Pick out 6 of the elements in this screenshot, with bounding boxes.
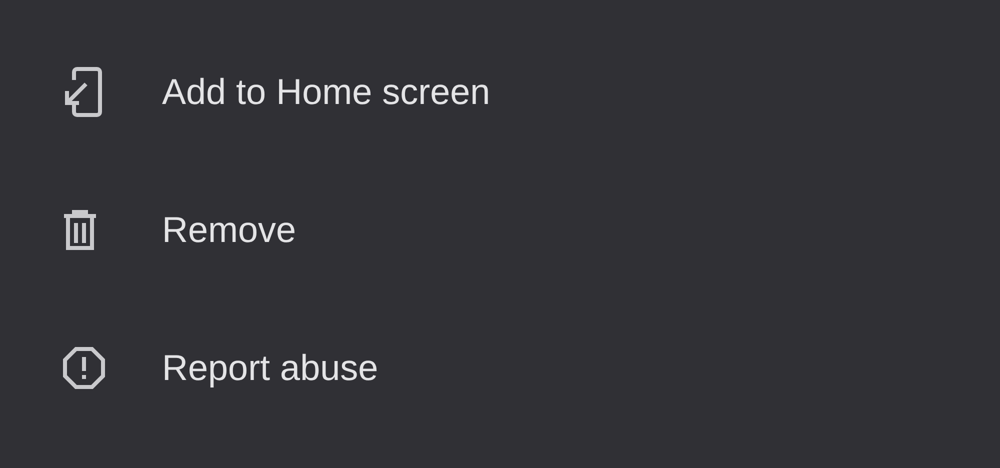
add-to-home-icon — [62, 66, 104, 118]
menu-item[interactable]: Report abuse — [0, 299, 1000, 437]
menu-item[interactable]: Add to Home screen — [0, 23, 1000, 161]
warning-icon — [62, 346, 106, 390]
menu-item[interactable]: Remove — [0, 161, 1000, 299]
trash-icon — [62, 209, 98, 251]
